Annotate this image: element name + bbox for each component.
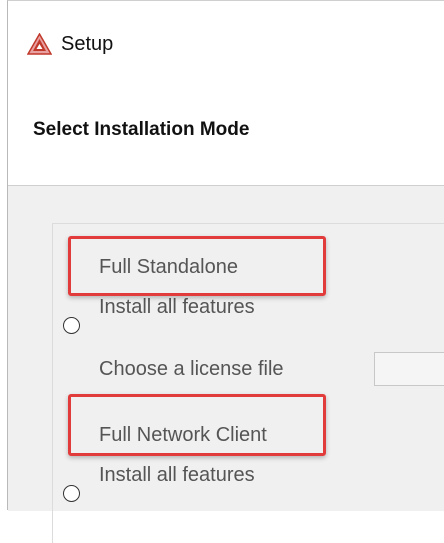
triangle-logo-icon xyxy=(27,33,52,55)
highlight-annotation xyxy=(68,394,326,456)
page-title: Select Installation Mode xyxy=(33,119,250,140)
window-title: Setup xyxy=(61,33,114,55)
license-file-input[interactable] xyxy=(374,352,444,386)
highlight-annotation xyxy=(68,236,326,296)
option-description: Install all features xyxy=(99,464,255,486)
option-description: Install all features xyxy=(99,296,255,318)
license-file-label: Choose a license file xyxy=(99,358,284,380)
page-header: Select Installation Mode xyxy=(8,81,444,186)
radio-full-network-client[interactable] xyxy=(63,485,80,502)
setup-window: Setup Select Installation Mode Full Stan… xyxy=(7,0,444,543)
title-bar: Setup xyxy=(8,1,444,81)
background-strip xyxy=(0,0,7,510)
options-panel: Full Standalone Install all features Cho… xyxy=(8,186,444,543)
radio-full-standalone[interactable] xyxy=(63,317,80,334)
